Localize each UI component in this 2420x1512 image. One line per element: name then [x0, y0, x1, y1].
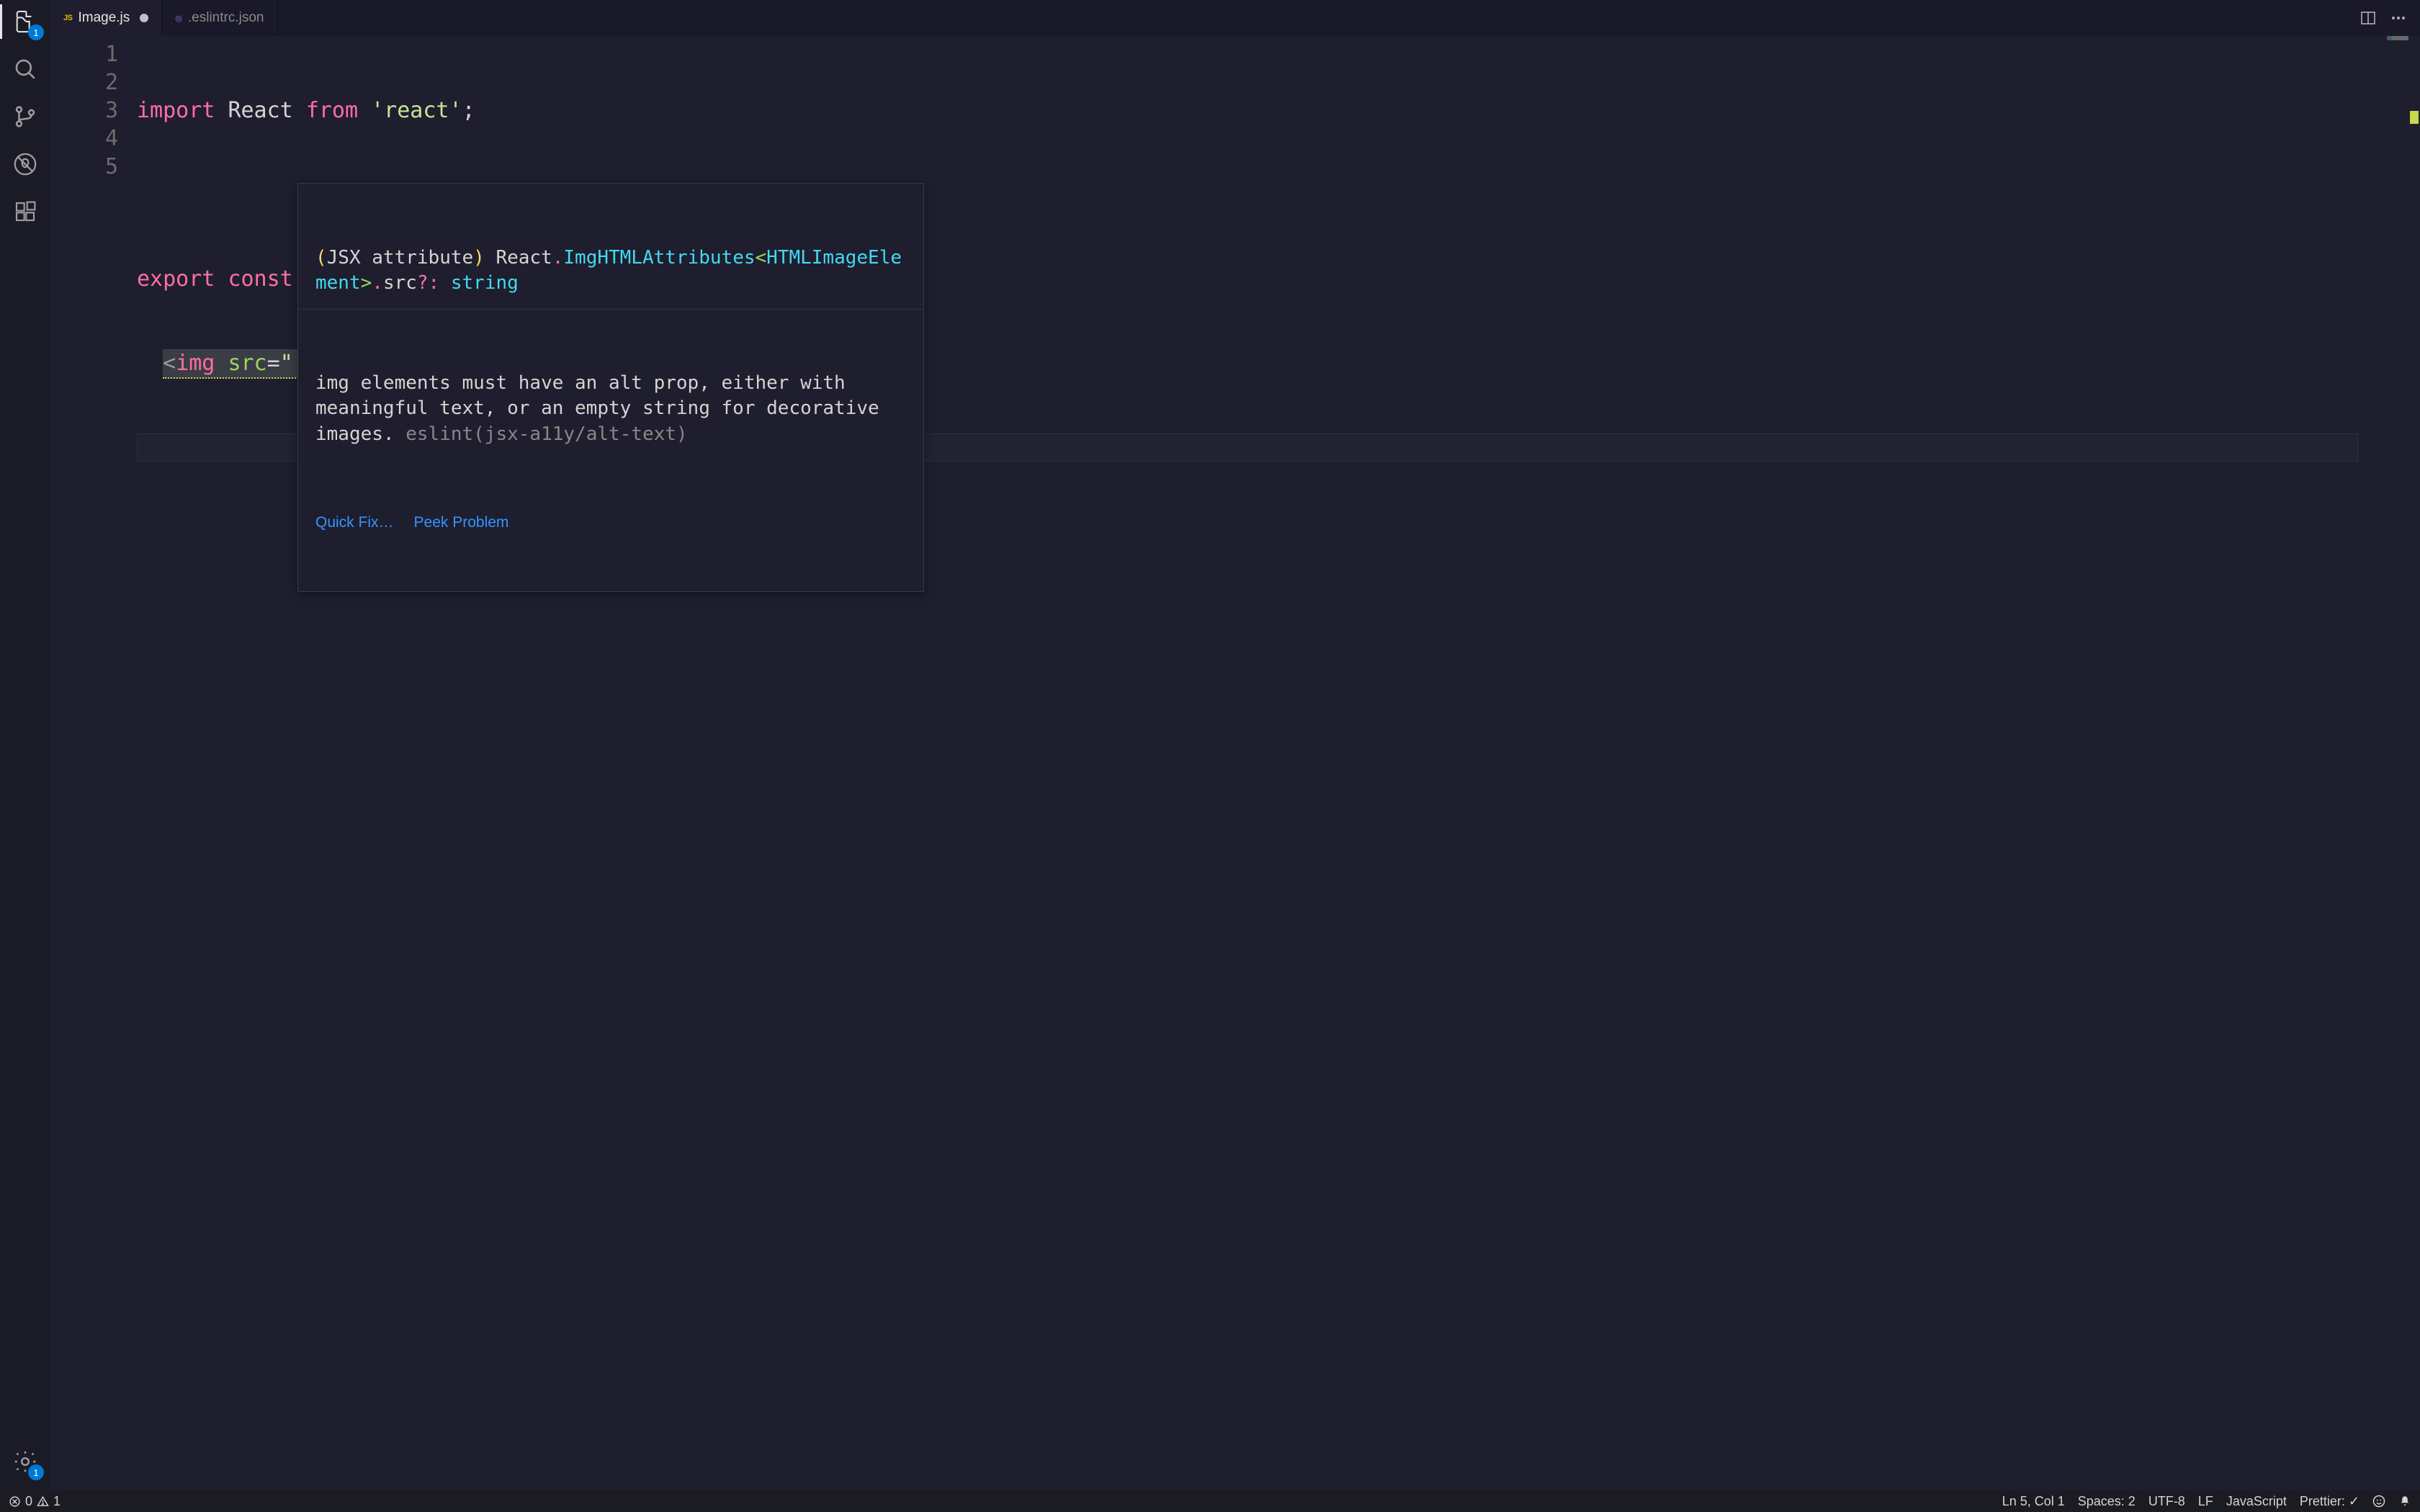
more-actions-icon[interactable]	[2390, 9, 2407, 27]
code-line-1: import React from 'react';	[137, 96, 2387, 125]
status-language[interactable]: JavaScript	[2226, 1494, 2287, 1509]
tab-eslintrc[interactable]: ◎ .eslintrc.json	[162, 0, 277, 36]
warning-marker-icon	[2410, 111, 2419, 124]
editor-actions	[2347, 0, 2420, 36]
settings-badge: 1	[28, 1464, 44, 1480]
line-number: 5	[50, 153, 118, 181]
warning-count: 1	[53, 1494, 60, 1509]
quick-fix-link[interactable]: Quick Fix…	[315, 513, 394, 532]
status-bell-icon[interactable]	[2398, 1495, 2411, 1508]
line-number: 1	[50, 40, 118, 68]
peek-problem-link[interactable]: Peek Problem	[414, 513, 509, 532]
status-problems[interactable]: 0 1	[9, 1494, 60, 1509]
code-area[interactable]: import React from 'react'; export const …	[137, 36, 2387, 1490]
activity-source-control[interactable]	[11, 102, 40, 131]
activity-extensions[interactable]	[11, 197, 40, 226]
line-number: 4	[50, 125, 118, 153]
status-bar: 0 1 Ln 5, Col 1 Spaces: 2 UTF-8 LF JavaS…	[0, 1490, 2420, 1512]
hover-message: img elements must have an alt prop, eith…	[298, 358, 923, 456]
status-eol[interactable]: LF	[2198, 1494, 2213, 1509]
tab-image-js[interactable]: JS Image.js	[50, 0, 162, 36]
status-encoding[interactable]: UTF-8	[2148, 1494, 2185, 1509]
status-prettier[interactable]: Prettier: ✓	[2300, 1494, 2360, 1509]
status-feedback-icon[interactable]	[2372, 1495, 2385, 1508]
editor-pane[interactable]: 1 2 3 4 5 import React from 'react'; exp…	[50, 36, 2420, 1490]
activity-settings[interactable]: 1	[11, 1447, 40, 1476]
status-position[interactable]: Ln 5, Col 1	[2002, 1494, 2065, 1509]
tab-label: Image.js	[78, 10, 130, 26]
warning-icon	[37, 1495, 49, 1508]
dirty-indicator-icon	[140, 14, 148, 22]
line-gutter: 1 2 3 4 5	[50, 36, 137, 1490]
hover-tooltip: (JSX attribute) React.ImgHTMLAttributes<…	[297, 183, 924, 592]
editor-column: JS Image.js ◎ .eslintrc.json 1 2	[50, 0, 2420, 1490]
activity-search[interactable]	[11, 55, 40, 84]
hover-actions: Quick Fix… Peek Problem	[298, 505, 923, 542]
activity-debug[interactable]	[11, 150, 40, 179]
overview-ruler[interactable]	[2408, 36, 2420, 1490]
workspace: 1 1 JS Image	[0, 0, 2420, 1490]
line-number: 2	[50, 68, 118, 96]
error-icon	[9, 1495, 21, 1508]
tab-label: .eslintrc.json	[188, 10, 264, 26]
line-number: 3	[50, 96, 118, 125]
file-icon-eslint: ◎	[175, 14, 182, 23]
error-count: 0	[25, 1494, 32, 1509]
activity-bar: 1 1	[0, 0, 50, 1490]
status-indent[interactable]: Spaces: 2	[2078, 1494, 2136, 1509]
hover-signature: (JSX attribute) React.ImgHTMLAttributes<…	[298, 233, 923, 310]
file-icon-js: JS	[63, 14, 72, 22]
activity-explorer[interactable]: 1	[11, 7, 40, 36]
explorer-badge: 1	[28, 24, 44, 40]
tab-bar: JS Image.js ◎ .eslintrc.json	[50, 0, 2420, 36]
split-editor-icon[interactable]	[2360, 9, 2377, 27]
minimap[interactable]	[2387, 36, 2408, 1490]
